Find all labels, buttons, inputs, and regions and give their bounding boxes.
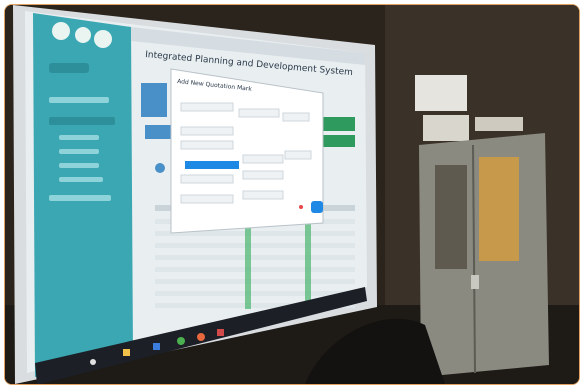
logo-circle-3 bbox=[94, 30, 112, 48]
logo-circle-2 bbox=[75, 27, 91, 43]
sidebar-subitem-2 bbox=[59, 149, 99, 154]
photo-frame: Integrated Planning and Development Syst… bbox=[4, 4, 580, 385]
cabinet-glass-left bbox=[435, 165, 467, 269]
papers-stack bbox=[475, 117, 523, 131]
sidebar-subitem-4 bbox=[59, 177, 103, 182]
content-badge bbox=[155, 163, 165, 173]
modal-save-button bbox=[311, 201, 323, 213]
search-icon bbox=[90, 359, 96, 365]
folder-icon bbox=[123, 349, 130, 356]
sidebar-item-active bbox=[49, 117, 115, 125]
app-icon-3 bbox=[217, 329, 224, 336]
equipment-box-2 bbox=[423, 115, 469, 141]
sidebar-user bbox=[49, 63, 89, 73]
sidebar-item-1 bbox=[49, 97, 109, 103]
modal-close-dot bbox=[299, 205, 303, 209]
logo-circle-1 bbox=[52, 22, 70, 40]
chrome-icon bbox=[177, 337, 185, 345]
app-icon-2 bbox=[197, 333, 205, 341]
photo-scene: Integrated Planning and Development Syst… bbox=[5, 5, 579, 384]
cabinet-handle bbox=[471, 275, 479, 289]
content-card-2 bbox=[145, 125, 171, 139]
content-card-1 bbox=[141, 83, 167, 117]
dropdown-highlight bbox=[185, 161, 239, 169]
sidebar-subitem-1 bbox=[59, 135, 99, 140]
cabinet-glass-right bbox=[479, 157, 519, 261]
equipment-box-1 bbox=[415, 75, 467, 111]
sidebar-subitem-3 bbox=[59, 163, 99, 168]
sidebar-item-2 bbox=[49, 195, 111, 201]
app-icon-1 bbox=[153, 343, 160, 350]
